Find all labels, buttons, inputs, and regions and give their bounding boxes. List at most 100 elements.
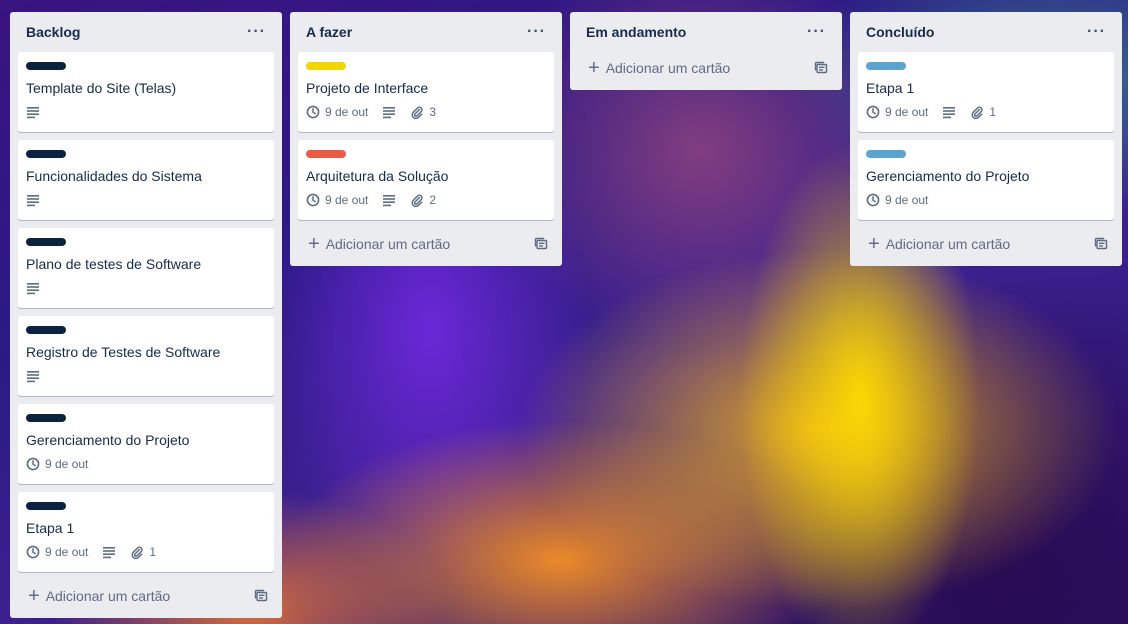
due-date-badge[interactable]: 9 de out	[866, 105, 928, 119]
card[interactable]: Template do Site (Telas)	[18, 52, 274, 132]
card-label[interactable]	[26, 150, 66, 158]
plus-icon: +	[308, 233, 320, 255]
card[interactable]: Etapa 1 9 de out 1	[858, 52, 1114, 132]
due-date-badge[interactable]: 9 de out	[866, 193, 928, 207]
card[interactable]: Registro de Testes de Software	[18, 316, 274, 396]
add-card-button[interactable]: + Adicionar um cartão	[578, 52, 834, 84]
board: Backlog ··· Template do Site (Telas) Fun…	[10, 12, 1122, 618]
list-menu-icon[interactable]: ···	[523, 22, 550, 42]
add-card-button[interactable]: + Adicionar um cartão	[858, 228, 1114, 260]
card-badges: 9 de out 3	[306, 102, 546, 122]
list-menu-icon[interactable]: ···	[803, 22, 830, 42]
card-label[interactable]	[306, 150, 346, 158]
card-badges: 9 de out	[866, 190, 1106, 210]
list-backlog: Backlog ··· Template do Site (Telas) Fun…	[10, 12, 282, 618]
list-title[interactable]: Concluído	[866, 24, 934, 40]
description-badge	[102, 545, 116, 559]
list-title[interactable]: Backlog	[26, 24, 80, 40]
description-badge	[26, 193, 40, 207]
due-date-text: 9 de out	[885, 105, 929, 119]
description-badge	[26, 281, 40, 295]
paperclip-icon	[971, 106, 984, 119]
card-badges	[26, 366, 266, 386]
card-title: Funcionalidades do Sistema	[26, 168, 202, 184]
add-card-button[interactable]: + Adicionar um cartão	[18, 580, 274, 612]
add-card-label: Adicionar um cartão	[325, 236, 451, 252]
add-card-button[interactable]: + Adicionar um cartão	[298, 228, 554, 260]
list-header: A fazer ···	[298, 12, 554, 52]
plus-icon: +	[588, 57, 600, 79]
attachment-count: 1	[149, 545, 157, 559]
paperclip-icon	[411, 194, 424, 207]
card-template-icon[interactable]	[1094, 237, 1108, 251]
card-title: Projeto de Interface	[306, 80, 429, 96]
attachment-badge: 1	[130, 545, 156, 559]
attachment-count: 1	[989, 105, 997, 119]
card-label[interactable]	[866, 150, 906, 158]
description-badge	[942, 105, 956, 119]
list-header: Concluído ···	[858, 12, 1114, 52]
card-template-icon[interactable]	[254, 589, 268, 603]
due-date-badge[interactable]: 9 de out	[306, 193, 368, 207]
clock-icon	[26, 545, 40, 559]
card-badges	[26, 190, 266, 210]
list-a-fazer: A fazer ··· Projeto de Interface 9 de ou…	[290, 12, 562, 266]
list-concluido: Concluído ··· Etapa 1 9 de out 1 Gerenci…	[850, 12, 1122, 266]
list-menu-icon[interactable]: ···	[243, 22, 270, 42]
card-title: Template do Site (Telas)	[26, 80, 177, 96]
card[interactable]: Etapa 1 9 de out 1	[18, 492, 274, 572]
card-label[interactable]	[26, 502, 66, 510]
card-title: Gerenciamento do Projeto	[26, 432, 190, 448]
card-title: Etapa 1	[866, 80, 915, 96]
card[interactable]: Gerenciamento do Projeto 9 de out	[18, 404, 274, 484]
card-label[interactable]	[306, 62, 346, 70]
card[interactable]: Plano de testes de Software	[18, 228, 274, 308]
card-label[interactable]	[866, 62, 906, 70]
card-title: Etapa 1	[26, 520, 75, 536]
clock-icon	[306, 105, 320, 119]
card-title: Arquitetura da Solução	[306, 168, 449, 184]
card[interactable]: Arquitetura da Solução 9 de out 2	[298, 140, 554, 220]
plus-icon: +	[28, 585, 40, 607]
list-menu-icon[interactable]: ···	[1083, 22, 1110, 42]
description-icon	[383, 107, 396, 119]
card-template-icon[interactable]	[814, 61, 828, 75]
card[interactable]: Projeto de Interface 9 de out 3	[298, 52, 554, 132]
plus-icon: +	[868, 233, 880, 255]
card[interactable]: Gerenciamento do Projeto 9 de out	[858, 140, 1114, 220]
card-badges: 9 de out 2	[306, 190, 546, 210]
card[interactable]: Funcionalidades do Sistema	[18, 140, 274, 220]
card-label[interactable]	[26, 238, 66, 246]
paperclip-icon	[411, 106, 424, 119]
due-date-badge[interactable]: 9 de out	[306, 105, 368, 119]
card-badges	[26, 278, 266, 298]
list-title[interactable]: Em andamento	[586, 24, 686, 40]
description-badge	[26, 105, 40, 119]
description-badge	[26, 369, 40, 383]
due-date-text: 9 de out	[45, 545, 89, 559]
list-title[interactable]: A fazer	[306, 24, 352, 40]
due-date-badge[interactable]: 9 de out	[26, 545, 88, 559]
description-icon	[103, 547, 116, 559]
due-date-text: 9 de out	[45, 457, 89, 471]
card-template-icon[interactable]	[534, 237, 548, 251]
description-icon	[27, 195, 39, 207]
card-label[interactable]	[26, 326, 66, 334]
due-date-text: 9 de out	[325, 193, 369, 207]
clock-icon	[866, 193, 880, 207]
add-card-left: + Adicionar um cartão	[588, 58, 730, 78]
description-icon	[943, 107, 956, 119]
add-card-left: + Adicionar um cartão	[28, 586, 170, 606]
card-label[interactable]	[26, 414, 66, 422]
card-badges: 9 de out	[26, 454, 266, 474]
list-em-andamento: Em andamento ··· + Adicionar um cartão	[570, 12, 842, 90]
description-icon	[27, 283, 39, 295]
clock-icon	[866, 105, 880, 119]
card-label[interactable]	[26, 62, 66, 70]
card-badges	[26, 102, 266, 122]
due-date-badge[interactable]: 9 de out	[26, 457, 88, 471]
due-date-text: 9 de out	[885, 193, 929, 207]
description-icon	[27, 371, 39, 383]
due-date-text: 9 de out	[325, 105, 369, 119]
card-badges: 9 de out 1	[866, 102, 1106, 122]
